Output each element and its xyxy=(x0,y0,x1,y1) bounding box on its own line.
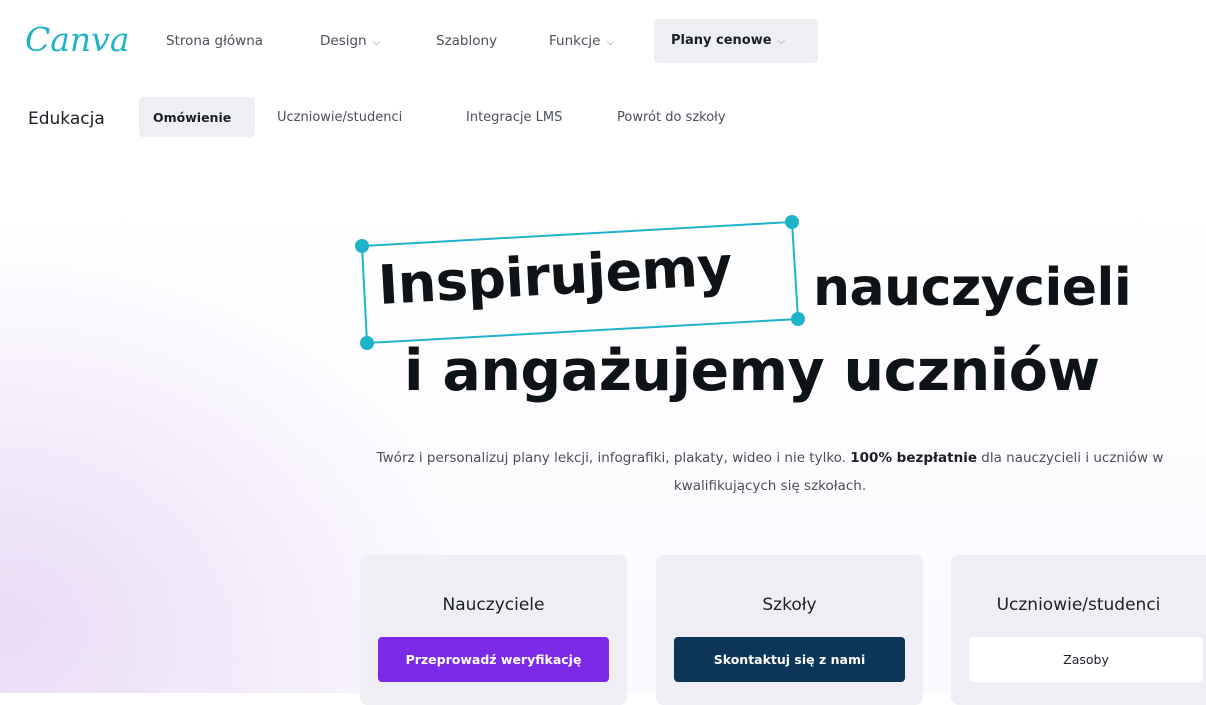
tab-label: Integracje LMS xyxy=(466,110,563,125)
contact-us-button[interactable]: Skontaktuj się z nami xyxy=(674,637,905,682)
nav-item-label: Strona główna xyxy=(166,33,264,49)
card-title: Szkoły xyxy=(762,595,817,615)
nav-item-templates[interactable]: Szablony xyxy=(436,33,497,49)
hero-subtitle-bold: 100% bezpłatnie xyxy=(850,450,977,466)
nav-item-label: Design xyxy=(320,33,367,49)
nav-item-label: Szablony xyxy=(436,33,498,49)
selection-handle-top-right xyxy=(785,215,799,229)
canva-logo[interactable]: Canva xyxy=(25,20,130,59)
tab-label: Powrót do szkoły xyxy=(617,110,726,125)
nav-item-label: Plany cenowe xyxy=(671,33,772,48)
card-teachers: Nauczyciele Przeprowadź weryfikację xyxy=(360,555,627,705)
resources-button[interactable]: Zasoby xyxy=(969,637,1203,682)
tab-back-to-school[interactable]: Powrót do szkoły xyxy=(617,110,726,125)
chevron-down-icon: ⌵ xyxy=(777,36,786,47)
top-navigation: Canva Strona główna Design ⌵ Szablony Fun… xyxy=(0,0,1206,84)
hero-subtitle-part1: Twórz i personalizuj plany lekcji, infog… xyxy=(376,450,851,466)
card-schools: Szkoły Skontaktuj się z nami xyxy=(656,555,923,705)
selection-handle-top-left xyxy=(355,239,369,253)
nav-item-features[interactable]: Funkcje ⌵ xyxy=(549,33,614,49)
nav-item-label: Funkcje xyxy=(549,33,601,49)
tab-overview[interactable]: Omówienie xyxy=(139,97,255,137)
nav-item-design[interactable]: Design ⌵ xyxy=(320,33,380,49)
nav-item-pricing[interactable]: Plany cenowe ⌵ xyxy=(654,19,818,63)
selection-handle-bottom-left xyxy=(360,336,374,350)
card-students: Uczniowie/studenci Zasoby xyxy=(951,555,1206,705)
card-title: Nauczyciele xyxy=(442,595,545,615)
tab-label: Omówienie xyxy=(153,110,232,125)
tab-lms-integrations[interactable]: Integracje LMS xyxy=(466,110,562,125)
tab-students[interactable]: Uczniowie/studenci xyxy=(277,110,402,125)
hero-heading-highlight: Inspirujemy xyxy=(376,234,734,317)
chevron-down-icon: ⌵ xyxy=(606,37,615,48)
nav-item-home[interactable]: Strona główna xyxy=(166,33,263,49)
section-title[interactable]: Edukacja xyxy=(28,109,105,129)
selection-handle-bottom-right xyxy=(791,312,805,326)
chevron-down-icon: ⌵ xyxy=(372,37,381,48)
hero-heading-line1-rest: nauczycieli xyxy=(813,258,1132,318)
hero-heading-line2: i angażujemy uczniów xyxy=(404,338,1100,404)
hero-subtitle: Twórz i personalizuj plany lekcji, infog… xyxy=(360,444,1180,500)
card-title: Uczniowie/studenci xyxy=(996,595,1161,615)
verify-button[interactable]: Przeprowadź weryfikację xyxy=(378,637,609,682)
tab-label: Uczniowie/studenci xyxy=(277,110,403,125)
